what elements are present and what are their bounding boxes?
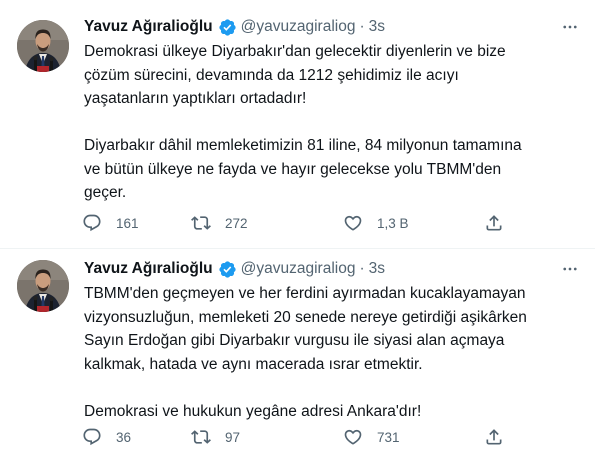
tweet-text-line: kalkmak, hatada ve aynı macerada ısrar e… — [84, 355, 423, 373]
tweet-text-line: Demokrasi ülkeye Diyarbakır'dan gelecekt… — [84, 43, 506, 60]
tweet-text-line: Demokrasi ve hukukun yegâne adresi Ankar… — [84, 402, 422, 420]
avatar[interactable] — [17, 260, 69, 312]
tweet-text-line: ve bütün ülkeye ne fayda ve hayır gelece… — [84, 160, 502, 178]
like-icon — [344, 429, 362, 445]
avatar-image — [17, 260, 69, 312]
separator-dot: · — [359, 260, 365, 277]
author-handle[interactable]: @yavuzagiraliog — [241, 260, 356, 278]
like-count: 1,3 B — [377, 215, 409, 231]
tweet-timestamp[interactable]: 3s — [369, 260, 385, 278]
verified-badge-icon — [218, 18, 237, 37]
verified-badge-icon — [218, 260, 237, 279]
tweet[interactable]: Yavuz Ağıralioğlu @yavuzagiraliog · 3s T… — [0, 248, 595, 464]
tweet-text-line: Diyarbakır dâhil memleketimizin 81 iline… — [84, 137, 522, 154]
tweet-header: Yavuz Ağıralioğlu @yavuzagiraliog · 3s — [84, 16, 385, 38]
retweet-icon — [191, 216, 211, 230]
retweet-count: 97 — [225, 429, 241, 445]
tweet-actions: 161 272 1,3 B — [82, 212, 512, 234]
tweet-actions: 36 97 731 — [82, 426, 512, 448]
tweet-header: Yavuz Ağıralioğlu @yavuzagiraliog · 3s — [84, 258, 385, 280]
author-name[interactable]: Yavuz Ağıralioğlu — [84, 18, 213, 36]
tweet-timestamp[interactable]: 3s — [369, 18, 385, 36]
retweet-button[interactable]: 97 — [191, 426, 240, 448]
avatar-image — [17, 20, 69, 72]
avatar[interactable] — [17, 20, 69, 72]
share-button[interactable] — [484, 212, 504, 234]
retweet-count: 272 — [225, 215, 248, 231]
tweet[interactable]: Yavuz Ağıralioğlu @yavuzagiraliog · 3s D… — [0, 0, 595, 248]
like-button[interactable]: 731 — [343, 426, 400, 448]
reply-icon — [83, 428, 101, 446]
tweet-text-line: yaşatanların yaptıkları ortadadır! — [84, 90, 307, 107]
tweet-text: TBMM'den geçmeyen ve her ferdini ayırmad… — [84, 282, 584, 423]
tweet-text-line: çözüm sürecini, devamında da 1212 şehidi… — [84, 66, 459, 84]
reply-count: 161 — [116, 215, 139, 231]
author-name[interactable]: Yavuz Ağıralioğlu — [84, 260, 213, 278]
like-icon — [344, 215, 362, 231]
reply-icon — [83, 214, 101, 232]
separator-dot: · — [359, 18, 365, 35]
tweet-text-line: TBMM'den geçmeyen ve her ferdini ayırmad… — [84, 285, 526, 302]
tweet-text-line: vizyonsuzluğun, memleketi 20 senede nere… — [84, 308, 527, 326]
retweet-icon — [191, 430, 211, 444]
reply-button[interactable]: 36 — [82, 426, 131, 448]
more-options-icon[interactable] — [559, 258, 581, 280]
share-button[interactable] — [484, 426, 504, 448]
author-handle[interactable]: @yavuzagiraliog — [241, 18, 356, 36]
reply-count: 36 — [116, 429, 132, 445]
like-button[interactable]: 1,3 B — [343, 212, 409, 234]
tweet-text: Demokrasi ülkeye Diyarbakır'dan gelecekt… — [84, 40, 584, 205]
more-options-icon[interactable] — [559, 16, 581, 38]
like-count: 731 — [377, 429, 400, 445]
reply-button[interactable]: 161 — [82, 212, 139, 234]
retweet-button[interactable]: 272 — [191, 212, 248, 234]
tweet-text-line: geçer. — [84, 184, 127, 201]
tweet-text-line: Sayın Erdoğan gibi Diyarbakır vurgusu il… — [84, 332, 505, 349]
share-icon — [486, 429, 502, 445]
share-icon — [486, 215, 502, 231]
